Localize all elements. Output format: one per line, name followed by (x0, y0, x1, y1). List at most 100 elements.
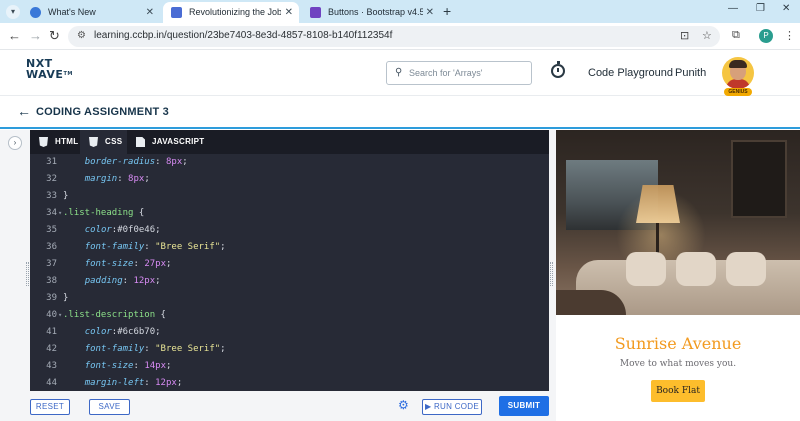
tab-close-icon[interactable]: ✕ (285, 2, 293, 23)
install-app-icon[interactable]: ⊡ (680, 29, 689, 42)
search-input[interactable]: ⚲ Search for 'Arrays' (386, 61, 532, 85)
line-number: 33 (46, 191, 57, 201)
site-header: NXT WAVETM ⚲ Search for 'Arrays' Code Pl… (0, 50, 800, 96)
bookmark-star-icon[interactable]: ☆ (702, 29, 712, 42)
code-token: ; (176, 378, 183, 388)
preview-title: Sunrise Avenue (614, 334, 742, 353)
code-line[interactable]: 32 margin: 8px; (30, 171, 549, 188)
code-token: .list-description (63, 310, 156, 320)
code-editor: HTML CSS JAVASCRIPT 31 border-radius: 8p… (30, 130, 549, 391)
code-token: ; (155, 276, 161, 286)
extensions-icon[interactable]: ⧉ (732, 29, 740, 42)
code-line[interactable]: 43 font-size: 14px; (30, 358, 549, 375)
book-flat-button[interactable]: Book Flat (651, 380, 705, 402)
code-line[interactable]: 31 border-radius: 8px; (30, 154, 549, 171)
code-line[interactable]: 40 ▾ .list-description { (30, 307, 549, 324)
tab-javascript[interactable]: JAVASCRIPT (127, 130, 207, 154)
code-token: ; (166, 361, 172, 371)
user-name[interactable]: Punith (675, 67, 706, 79)
profile-avatar[interactable]: P (759, 29, 773, 43)
code-text: font-family: "Bree Serif"; (63, 239, 226, 256)
minimize-icon[interactable]: — (728, 3, 738, 14)
code-token: border-radius (84, 157, 156, 167)
tab-close-icon[interactable]: ✕ (426, 2, 434, 23)
new-tab-button[interactable]: + (443, 3, 451, 19)
code-line[interactable]: 33} (30, 188, 549, 205)
line-number: 37 (46, 259, 57, 269)
browser-menu-icon[interactable]: ⋮ (784, 29, 795, 42)
workspace: › HTML CSS JAVASCRIPT 31 border-radius: … (0, 130, 800, 421)
back-arrow-icon[interactable]: ← (17, 104, 31, 118)
restore-icon[interactable]: ❐ (756, 3, 765, 14)
window-close-icon[interactable]: ✕ (782, 3, 790, 14)
address-bar[interactable]: ⚙ learning.ccbp.in/question/23be7403-8e3… (68, 26, 720, 47)
code-line[interactable]: 36 font-family: "Bree Serif"; (30, 239, 549, 256)
code-token: ; (166, 259, 172, 269)
page-icon (171, 7, 182, 18)
code-token: margin-left (84, 378, 145, 388)
code-text: padding: 12px; (63, 273, 161, 290)
code-token: "Bree Serif" (155, 344, 221, 354)
line-number: 34 (46, 208, 57, 218)
code-playground-link[interactable]: Code Playground (588, 67, 673, 79)
code-token: #6c6b70 (117, 327, 156, 337)
nxtwave-logo[interactable]: NXT WAVETM (26, 58, 73, 80)
code-line[interactable]: 41 color:#6c6b70; (30, 324, 549, 341)
back-arrow-icon[interactable]: ← (8, 28, 21, 44)
code-token: ; (155, 327, 161, 337)
run-code-button[interactable]: ▶ RUN CODE (422, 399, 482, 415)
code-line[interactable]: 34 ▾ .list-heading { (30, 205, 549, 222)
tab-css[interactable]: CSS (80, 130, 127, 154)
forward-arrow-icon[interactable]: → (29, 28, 42, 44)
browser-tab-whats-new[interactable]: What's New ✕ (22, 2, 160, 23)
code-token: color (84, 225, 112, 235)
line-number: 32 (46, 174, 57, 184)
code-text: color:#0f0e46; (63, 222, 161, 239)
code-text: .list-description { (63, 307, 166, 324)
tab-html[interactable]: HTML (30, 130, 80, 154)
code-line[interactable]: 39} (30, 290, 549, 307)
code-token: color (84, 327, 112, 337)
css3-icon (89, 137, 98, 147)
reset-button[interactable]: RESET (30, 399, 70, 415)
line-number: 31 (46, 157, 57, 167)
code-line[interactable]: 38 padding: 12px; (30, 273, 549, 290)
expand-panel-chevron-icon[interactable]: › (8, 136, 22, 150)
code-token: font-family (84, 344, 145, 354)
code-line[interactable]: 42 font-family: "Bree Serif"; (30, 341, 549, 358)
code-text: border-radius: 8px; (63, 154, 188, 171)
chrome-icon (30, 7, 41, 18)
code-token: } (63, 191, 69, 201)
timer-icon[interactable] (551, 61, 565, 78)
site-info-icon[interactable]: ⚙ (77, 30, 86, 41)
settings-gear-icon[interactable]: ⚙ (398, 398, 409, 412)
search-placeholder: Search for 'Arrays' (409, 68, 483, 78)
right-resize-handle[interactable] (550, 262, 553, 286)
code-line[interactable]: 44 margin-left: 12px; (30, 375, 549, 391)
tab-close-icon[interactable]: ✕ (146, 2, 154, 23)
tab-search-icon[interactable]: ▾ (6, 5, 20, 19)
browser-tab-bootstrap[interactable]: Buttons · Bootstrap v4.5 ✕ (302, 2, 440, 23)
save-button[interactable]: SAVE (89, 399, 130, 415)
code-area[interactable]: 31 border-radius: 8px; 32 margin: 8px; 33}… (30, 154, 549, 391)
fold-chevron-icon[interactable]: ▾ (58, 307, 62, 324)
left-resize-handle[interactable] (26, 262, 29, 286)
code-token: ; (220, 344, 226, 354)
user-avatar[interactable] (722, 57, 754, 89)
code-line[interactable]: 37 font-size: 27px; (30, 256, 549, 273)
preview-card: Sunrise Avenue Move to what moves you. B… (556, 316, 800, 421)
code-token: font-family (84, 242, 145, 252)
line-number: 40 (46, 310, 57, 320)
code-line[interactable]: 35 color:#0f0e46; (30, 222, 549, 239)
submit-button[interactable]: SUBMIT (499, 396, 549, 416)
fold-chevron-icon[interactable]: ▾ (58, 205, 62, 222)
code-token: : (144, 378, 156, 388)
browser-tab-job-market[interactable]: Revolutionizing the Job Market ✕ (163, 2, 299, 23)
reload-icon[interactable]: ↻ (49, 28, 60, 44)
genius-badge: GENIUS (724, 88, 752, 96)
code-token: { (133, 208, 145, 218)
